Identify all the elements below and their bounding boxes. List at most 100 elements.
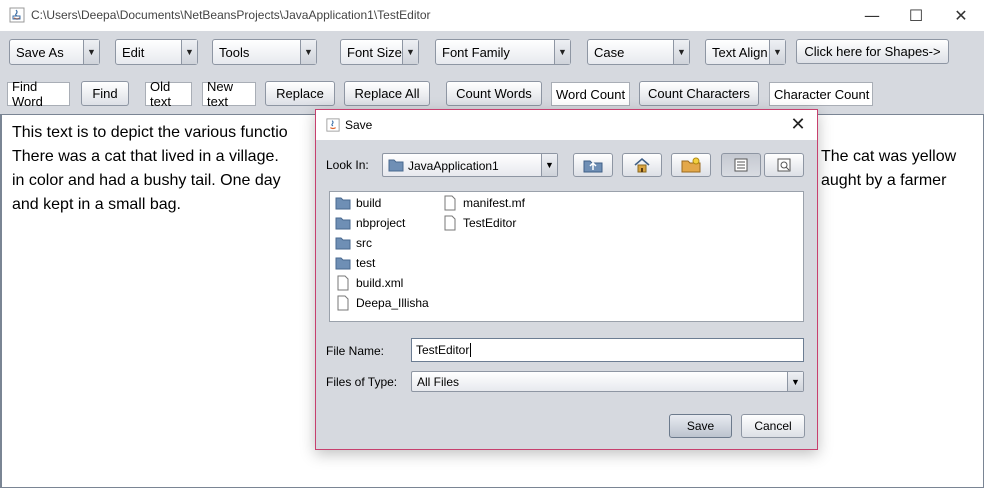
maximize-button[interactable]: ☐ (893, 0, 939, 30)
close-button[interactable]: ✕ (938, 0, 984, 30)
file-icon (444, 195, 456, 211)
new-folder-button[interactable] (671, 153, 711, 177)
file-name: build.xml (356, 276, 404, 290)
file-icon (444, 215, 456, 231)
folder-icon (335, 197, 351, 210)
replace-button[interactable]: Replace (265, 81, 335, 106)
text-align-combo[interactable]: Text Align ▼ (705, 39, 786, 65)
minimize-button[interactable]: — (849, 0, 895, 30)
case-label: Case (594, 45, 625, 60)
replace-all-button[interactable]: Replace All (344, 81, 430, 106)
chevron-down-icon[interactable]: ▼ (300, 40, 316, 64)
editor-line-2-right: The cat was yellow (821, 148, 957, 165)
edit-combo[interactable]: Edit ▼ (115, 39, 198, 65)
list-item-folder[interactable]: src (335, 234, 372, 252)
file-icon (337, 295, 349, 311)
home-button[interactable] (622, 153, 662, 177)
details-view-icon (777, 158, 791, 172)
window-title: C:\Users\Deepa\Documents\NetBeansProject… (31, 8, 431, 22)
chevron-down-icon[interactable]: ▼ (181, 40, 197, 64)
java-app-icon (9, 7, 25, 23)
chevron-down-icon[interactable]: ▼ (787, 372, 803, 391)
find-toolbar: Find Word Find Old text New text Replace… (0, 74, 984, 114)
home-icon (634, 157, 650, 173)
list-item-file[interactable]: build.xml (335, 274, 403, 292)
list-view-button[interactable] (721, 153, 761, 177)
editor-line-3-right: aught by a farmer (821, 172, 947, 189)
list-item-file[interactable]: TestEditor (442, 214, 516, 232)
font-size-combo[interactable]: Font Size ▼ (340, 39, 419, 65)
text-align-label: Text Align (712, 45, 768, 60)
chevron-down-icon[interactable]: ▼ (554, 40, 570, 64)
save-dialog: Save ✕ Look In: JavaApplication1 ▼ build… (315, 109, 818, 450)
count-characters-button[interactable]: Count Characters (639, 81, 759, 106)
chevron-down-icon[interactable]: ▼ (83, 40, 99, 64)
chevron-down-icon[interactable]: ▼ (673, 40, 689, 64)
count-words-button[interactable]: Count Words (446, 81, 542, 106)
file-name: nbproject (356, 216, 406, 230)
font-size-label: Font Size (347, 45, 402, 60)
cancel-button[interactable]: Cancel (741, 414, 805, 438)
file-name: src (356, 236, 372, 250)
files-of-type-combo[interactable]: All Files ▼ (411, 371, 804, 392)
up-folder-button[interactable] (573, 153, 613, 177)
dialog-title: Save (345, 118, 373, 132)
details-view-button[interactable] (764, 153, 804, 177)
save-as-label: Save As (16, 45, 64, 60)
editor-line-3: in color and had a bushy tail. One day (12, 172, 281, 189)
character-count-field[interactable]: Character Count (769, 82, 873, 106)
case-combo[interactable]: Case ▼ (587, 39, 690, 65)
editor-line-2: There was a cat that lived in a village. (12, 148, 279, 165)
chevron-down-icon[interactable]: ▼ (541, 154, 557, 176)
find-button[interactable]: Find (81, 81, 129, 106)
folder-icon (388, 159, 404, 172)
new-folder-icon (681, 157, 701, 173)
chevron-down-icon[interactable]: ▼ (769, 40, 785, 64)
main-toolbar: Save As ▼ Edit ▼ Tools ▼ Font Size ▼ Fon… (0, 31, 984, 74)
list-item-file[interactable]: manifest.mf (442, 194, 525, 212)
dialog-titlebar: Save ✕ (316, 110, 817, 140)
list-view-icon (734, 158, 748, 172)
text-caret (470, 343, 472, 357)
list-item-folder[interactable]: test (335, 254, 375, 272)
file-name: build (356, 196, 382, 210)
file-icon (337, 275, 349, 291)
folder-icon (335, 257, 351, 270)
old-text-field[interactable]: Old text (145, 79, 192, 109)
font-family-label: Font Family (442, 45, 510, 60)
look-in-combo[interactable]: JavaApplication1 ▼ (382, 153, 558, 177)
files-of-type-value: All Files (417, 375, 460, 389)
font-family-combo[interactable]: Font Family ▼ (435, 39, 571, 65)
save-as-combo[interactable]: Save As ▼ (9, 39, 100, 65)
file-name: Deepa_Illisha (356, 296, 429, 310)
folder-icon (335, 237, 351, 250)
file-name: test (356, 256, 376, 270)
tools-combo[interactable]: Tools ▼ (212, 39, 317, 65)
list-item-file[interactable]: Deepa_Illisha (335, 294, 429, 312)
find-word-field[interactable]: Find Word (7, 79, 70, 109)
look-in-label: Look In: (326, 158, 369, 172)
tools-label: Tools (219, 45, 250, 60)
editor-line-1: This text is to depict the various funct… (12, 124, 288, 141)
file-name: TestEditor (463, 216, 517, 230)
new-text-field[interactable]: New text (202, 79, 256, 109)
list-item-folder[interactable]: nbproject (335, 214, 405, 232)
file-name-value: TestEditor (416, 343, 470, 357)
close-icon[interactable]: ✕ (787, 113, 809, 135)
window-titlebar: C:\Users\Deepa\Documents\NetBeansProject… (0, 0, 984, 31)
file-name-input[interactable]: TestEditor (411, 338, 804, 362)
file-name-label: File Name: (326, 344, 385, 358)
file-name: manifest.mf (463, 196, 526, 210)
edit-label: Edit (122, 45, 145, 60)
files-of-type-label: Files of Type: (326, 375, 398, 389)
up-folder-icon (583, 160, 603, 173)
list-item-folder[interactable]: build (335, 194, 381, 212)
look-in-value: JavaApplication1 (408, 159, 499, 173)
folder-icon (335, 217, 351, 230)
editor-line-4: and kept in a small bag. (12, 196, 181, 213)
word-count-field[interactable]: Word Count (551, 82, 630, 106)
save-button[interactable]: Save (669, 414, 732, 438)
file-list[interactable]: build nbproject src test build.xml Deepa… (329, 191, 804, 322)
shapes-button[interactable]: Click here for Shapes-> (796, 39, 949, 64)
chevron-down-icon[interactable]: ▼ (402, 40, 418, 64)
